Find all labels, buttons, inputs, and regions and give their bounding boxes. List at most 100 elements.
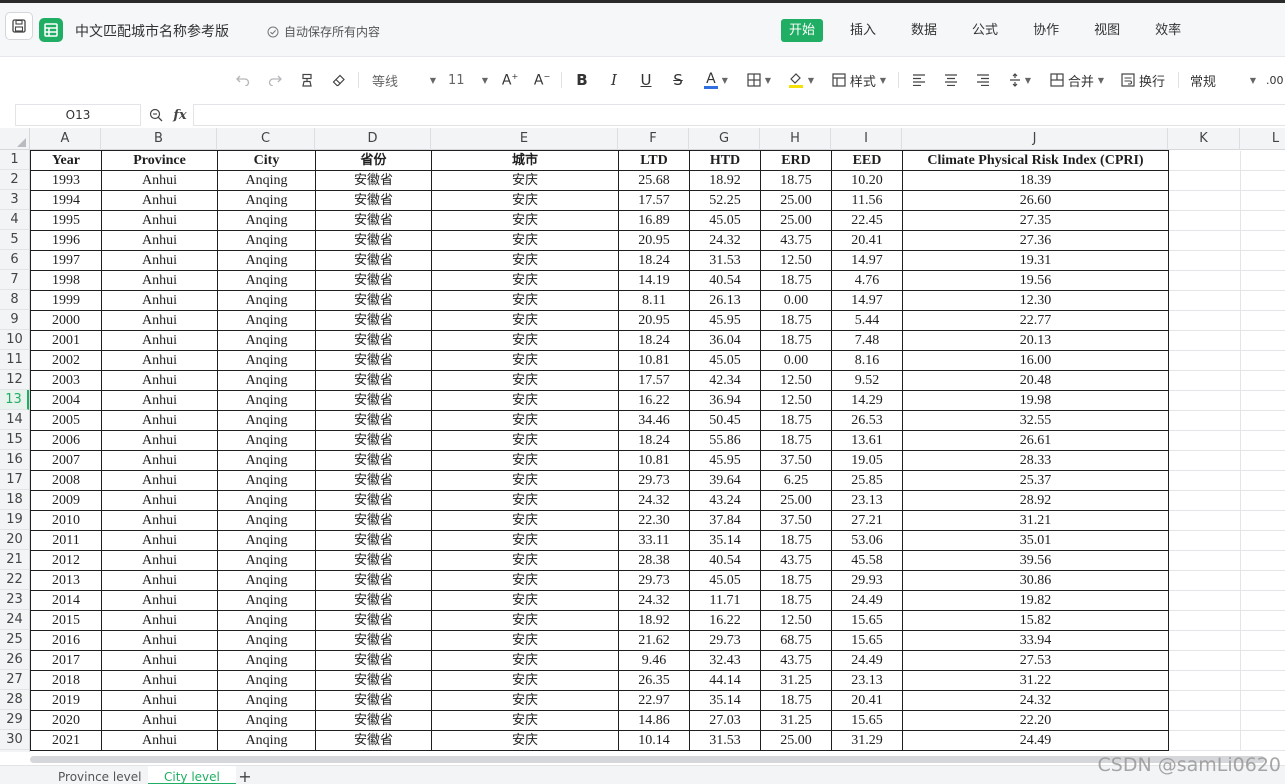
table-cell[interactable]: Anhui (101, 170, 218, 191)
table-cell[interactable]: 31.53 (689, 250, 761, 271)
table-cell[interactable]: 安庆 (431, 550, 619, 571)
column-title-cell[interactable]: EED (831, 150, 903, 171)
table-cell[interactable]: Anhui (101, 370, 218, 391)
row-header[interactable]: 15 (0, 430, 29, 450)
row-header[interactable]: 19 (0, 510, 29, 530)
italic-button[interactable]: I (604, 67, 624, 93)
table-cell[interactable]: 36.04 (689, 330, 761, 351)
table-cell[interactable]: 0.00 (760, 350, 832, 371)
table-cell[interactable]: 2000 (30, 310, 102, 331)
table-cell[interactable]: 18.75 (760, 270, 832, 291)
save-button[interactable] (5, 12, 33, 40)
table-cell[interactable]: 18.92 (689, 170, 761, 191)
row-header[interactable]: 5 (0, 230, 29, 250)
table-cell[interactable]: 28.92 (902, 490, 1169, 511)
table-cell[interactable]: Anhui (101, 690, 218, 711)
row-header[interactable]: 4 (0, 210, 29, 230)
font-color-button[interactable]: A ▼ (700, 67, 732, 93)
empty-cell[interactable] (1168, 350, 1241, 371)
table-cell[interactable]: Anhui (101, 190, 218, 211)
table-cell[interactable]: 26.13 (689, 290, 761, 311)
table-cell[interactable]: 安庆 (431, 530, 619, 551)
table-cell[interactable]: Anhui (101, 290, 218, 311)
table-cell[interactable]: 18.75 (760, 690, 832, 711)
decrease-font-size-button[interactable]: A− (532, 67, 552, 93)
table-cell[interactable]: 18.92 (618, 610, 690, 631)
empty-cell[interactable] (1168, 650, 1241, 671)
table-cell[interactable]: Anqing (217, 190, 316, 211)
table-cell[interactable]: 35.01 (902, 530, 1169, 551)
table-cell[interactable]: Anhui (101, 710, 218, 731)
row-header[interactable]: 28 (0, 690, 29, 710)
table-cell[interactable]: 18.75 (760, 590, 832, 611)
table-cell[interactable]: 14.97 (831, 290, 903, 311)
empty-cell[interactable] (1168, 570, 1241, 591)
table-cell[interactable]: 2016 (30, 630, 102, 651)
table-cell[interactable]: Anqing (217, 690, 316, 711)
align-center-button[interactable] (941, 67, 961, 93)
table-cell[interactable]: 24.49 (831, 650, 903, 671)
table-cell[interactable]: 安徽省 (315, 730, 432, 751)
table-cell[interactable]: 安庆 (431, 690, 619, 711)
table-cell[interactable]: Anhui (101, 610, 218, 631)
table-cell[interactable]: 安庆 (431, 670, 619, 691)
row-header[interactable]: 7 (0, 270, 29, 290)
table-cell[interactable]: 安徽省 (315, 170, 432, 191)
empty-cell[interactable] (1240, 170, 1285, 191)
table-cell[interactable]: 2006 (30, 430, 102, 451)
table-cell[interactable]: 18.24 (618, 250, 690, 271)
strikethrough-button[interactable]: S (668, 67, 688, 93)
column-header[interactable]: L (1240, 128, 1285, 150)
table-cell[interactable]: 36.94 (689, 390, 761, 411)
empty-cell[interactable] (1240, 190, 1285, 211)
table-cell[interactable]: 安徽省 (315, 330, 432, 351)
table-cell[interactable]: Anqing (217, 670, 316, 691)
number-format-select[interactable]: 常规 ▼ (1190, 67, 1256, 93)
table-cell[interactable]: Anqing (217, 350, 316, 371)
table-cell[interactable]: 18.75 (760, 410, 832, 431)
table-cell[interactable]: Anqing (217, 330, 316, 351)
table-cell[interactable]: 25.37 (902, 470, 1169, 491)
table-cell[interactable]: 28.38 (618, 550, 690, 571)
table-cell[interactable]: 安庆 (431, 650, 619, 671)
table-cell[interactable]: 40.54 (689, 550, 761, 571)
table-cell[interactable]: 35.14 (689, 690, 761, 711)
empty-cell[interactable] (1240, 530, 1285, 551)
table-cell[interactable]: 安庆 (431, 430, 619, 451)
table-cell[interactable]: 42.34 (689, 370, 761, 391)
empty-cell[interactable] (1168, 530, 1241, 551)
table-cell[interactable]: Anhui (101, 650, 218, 671)
table-cell[interactable]: 11.56 (831, 190, 903, 211)
table-cell[interactable]: 安徽省 (315, 230, 432, 251)
row-header[interactable]: 12 (0, 370, 29, 390)
column-header[interactable]: A (30, 128, 101, 150)
table-cell[interactable]: Anqing (217, 210, 316, 231)
table-cell[interactable]: Anqing (217, 310, 316, 331)
table-cell[interactable]: 39.64 (689, 470, 761, 491)
table-cell[interactable]: 2005 (30, 410, 102, 431)
table-cell[interactable]: 安庆 (431, 710, 619, 731)
table-cell[interactable]: Anqing (217, 650, 316, 671)
table-cell[interactable]: Anhui (101, 270, 218, 291)
table-cell[interactable]: 25.68 (618, 170, 690, 191)
table-cell[interactable]: 2010 (30, 510, 102, 531)
table-cell[interactable]: 1994 (30, 190, 102, 211)
empty-cell[interactable] (1168, 590, 1241, 611)
cell-styles-button[interactable]: 样式 ▼ (829, 67, 889, 93)
table-cell[interactable]: 安庆 (431, 350, 619, 371)
empty-cell[interactable] (1168, 310, 1241, 331)
table-cell[interactable]: 52.25 (689, 190, 761, 211)
font-family-select[interactable]: 等线 ▼ (372, 67, 436, 93)
table-cell[interactable]: 37.50 (760, 510, 832, 531)
tab-formulas[interactable]: 公式 (964, 19, 1006, 42)
table-cell[interactable]: 11.71 (689, 590, 761, 611)
table-cell[interactable]: 10.14 (618, 730, 690, 751)
table-cell[interactable]: 12.50 (760, 250, 832, 271)
row-header[interactable]: 2 (0, 170, 29, 190)
table-cell[interactable]: 5.44 (831, 310, 903, 331)
table-cell[interactable]: 6.25 (760, 470, 832, 491)
empty-cell[interactable] (1168, 250, 1241, 271)
empty-cell[interactable] (1168, 670, 1241, 691)
table-cell[interactable]: 31.29 (831, 730, 903, 751)
row-header[interactable]: 6 (0, 250, 29, 270)
